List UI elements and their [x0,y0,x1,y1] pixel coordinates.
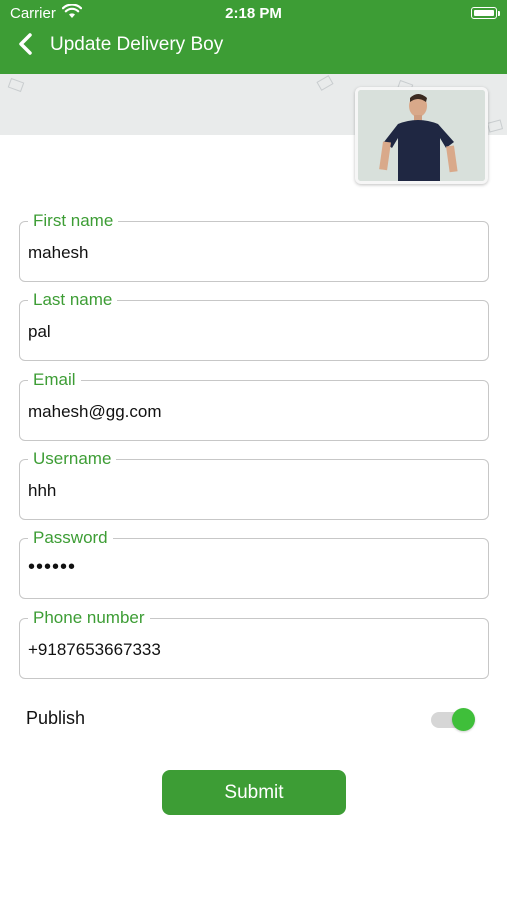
profile-photo[interactable] [355,87,488,184]
last-name-label: Last name [28,289,118,311]
last-name-value[interactable]: pal [28,322,51,342]
phone-number-label: Phone number [28,607,150,629]
username-value[interactable]: hhh [28,481,56,501]
chevron-left-icon [19,33,32,55]
password-value[interactable]: •••••• [28,557,76,577]
username-field[interactable]: Username hhh [19,448,489,520]
back-button[interactable] [14,30,40,60]
publish-toggle[interactable] [431,708,475,731]
password-label: Password [28,527,113,549]
password-field[interactable]: Password •••••• [19,527,489,599]
status-time: 2:18 PM [225,5,282,22]
first-name-value[interactable]: mahesh [28,243,88,263]
person-photo [358,90,485,181]
submit-button[interactable]: Submit [162,770,346,815]
username-label: Username [28,448,117,470]
publish-label: Publish [26,708,86,728]
email-field[interactable]: Email mahesh@gg.com [19,369,489,441]
email-label: Email [28,369,81,391]
phone-number-value[interactable]: +9187653667333 [28,640,161,660]
status-bar: Carrier 2:18 PM [0,0,507,28]
email-value[interactable]: mahesh@gg.com [28,402,162,422]
first-name-field[interactable]: First name mahesh [19,210,489,282]
phone-number-field[interactable]: Phone number +9187653667333 [19,607,489,679]
toggle-thumb [452,708,475,731]
first-name-label: First name [28,210,119,232]
last-name-field[interactable]: Last name pal [19,289,489,361]
page-title: Update Delivery Boy [50,34,224,55]
app-header: Carrier 2:18 PM Update Delivery Boy [0,0,507,74]
battery-icon [471,7,500,19]
